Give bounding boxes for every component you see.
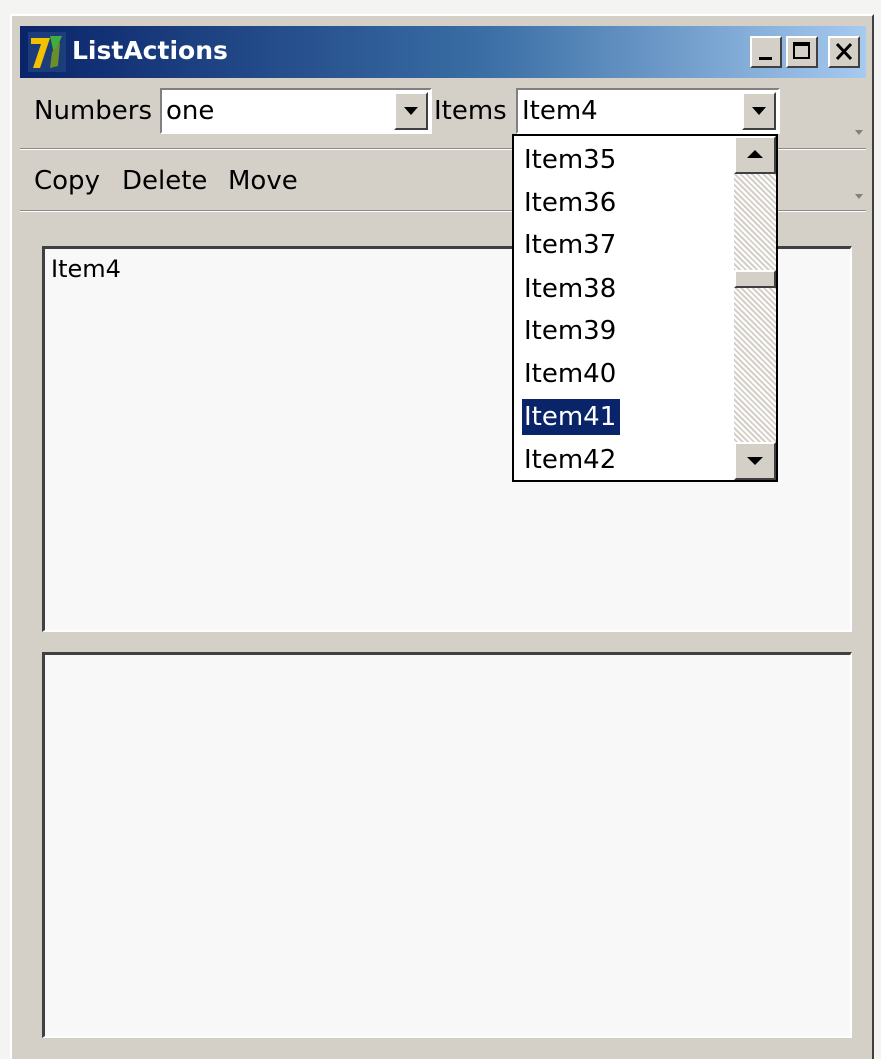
- scroll-thumb[interactable]: [734, 270, 776, 288]
- numbers-combobox[interactable]: one: [160, 88, 432, 134]
- move-button[interactable]: Move: [228, 166, 298, 196]
- title-bar[interactable]: ListActions: [20, 26, 866, 78]
- minimize-button[interactable]: [750, 36, 782, 68]
- dropdown-option[interactable]: Item42: [522, 442, 620, 478]
- numbers-value: one: [166, 96, 215, 126]
- items-dropdown-list[interactable]: Item35 Item36 Item37 Item38 Item39 Item4…: [512, 134, 778, 482]
- window-title: ListActions: [72, 36, 228, 65]
- numbers-dropdown-button[interactable]: [394, 92, 428, 130]
- delete-button[interactable]: Delete: [122, 166, 207, 196]
- toolbar-overflow-icon[interactable]: [852, 126, 866, 140]
- toolbar-overflow-icon[interactable]: [852, 190, 866, 204]
- items-combobox[interactable]: Item4: [516, 88, 780, 134]
- maximize-button[interactable]: [786, 36, 818, 68]
- scroll-down-button[interactable]: [734, 442, 776, 480]
- close-button[interactable]: [828, 36, 860, 68]
- dropdown-option[interactable]: Item39: [522, 313, 620, 349]
- maximize-icon: [793, 42, 810, 59]
- items-dropdown-button[interactable]: [742, 92, 776, 130]
- items-label: Items: [434, 96, 507, 126]
- dropdown-option[interactable]: Item40: [522, 356, 620, 392]
- dropdown-option[interactable]: Item37: [522, 227, 620, 263]
- arrow-down-icon: [747, 457, 763, 465]
- copy-button[interactable]: Copy: [34, 166, 100, 196]
- dropdown-option[interactable]: Item38: [522, 271, 620, 307]
- dropdown-scrollbar[interactable]: [734, 136, 776, 480]
- dropdown-option[interactable]: Item35: [522, 142, 620, 178]
- bottom-list-box[interactable]: [42, 652, 852, 1038]
- scroll-up-button[interactable]: [734, 136, 776, 174]
- chevron-down-icon: [752, 107, 766, 115]
- items-value: Item4: [522, 96, 598, 126]
- minimize-icon: [759, 57, 772, 60]
- dropdown-option-selected[interactable]: Item41: [520, 398, 622, 436]
- dropdown-option[interactable]: Item36: [522, 185, 620, 221]
- list-item[interactable]: Item4: [51, 255, 121, 283]
- arrow-up-icon: [747, 150, 763, 158]
- chevron-down-icon: [404, 107, 418, 115]
- numbers-label: Numbers: [34, 96, 152, 126]
- app-icon: [28, 32, 66, 72]
- close-icon: [835, 42, 853, 61]
